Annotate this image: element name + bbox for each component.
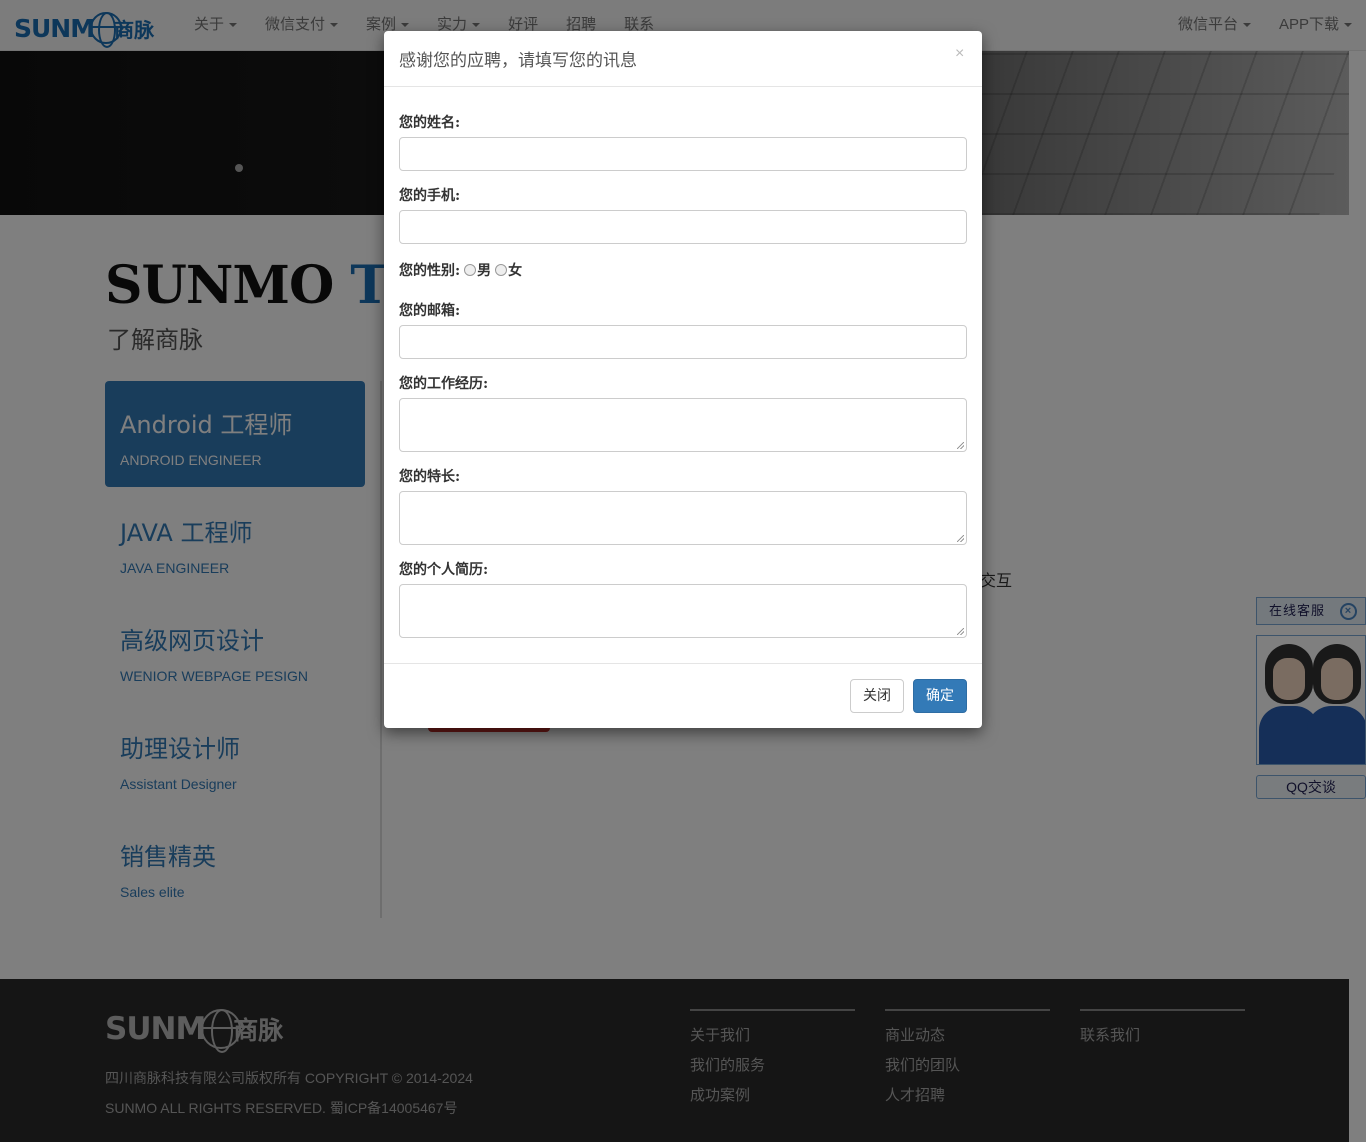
- modal-footer: 关闭 确定: [384, 663, 982, 728]
- experience-label: 您的工作经历:: [399, 376, 489, 392]
- gender-row: 您的性别: 男 女: [399, 263, 523, 279]
- email-input[interactable]: [399, 325, 967, 359]
- resume-label: 您的个人简历:: [399, 562, 489, 578]
- modal-title: 感谢您的应聘，请填写您的讯息: [399, 51, 637, 71]
- specialty-label: 您的特长:: [399, 469, 461, 485]
- phone-input[interactable]: [399, 210, 967, 244]
- close-icon[interactable]: ×: [955, 46, 967, 62]
- modal-body: 您的姓名: 您的手机: 您的性别: 男 女 您的邮箱: 您的工作经历: 您的特长…: [384, 87, 982, 653]
- modal-header: 感谢您的应聘，请填写您的讯息 ×: [384, 31, 982, 87]
- close-button[interactable]: 关闭: [850, 679, 904, 713]
- phone-label: 您的手机:: [399, 188, 461, 204]
- application-modal: 感谢您的应聘，请填写您的讯息 × 您的姓名: 您的手机: 您的性别: 男 女 您…: [384, 31, 982, 728]
- confirm-button[interactable]: 确定: [913, 679, 967, 713]
- male-radio[interactable]: [464, 264, 477, 276]
- name-label: 您的姓名:: [399, 115, 461, 131]
- email-label: 您的邮箱:: [399, 303, 461, 319]
- specialty-textarea[interactable]: [399, 491, 967, 545]
- female-radio[interactable]: [495, 264, 508, 276]
- name-input[interactable]: [399, 137, 967, 171]
- resume-textarea[interactable]: [399, 584, 967, 638]
- experience-textarea[interactable]: [399, 398, 967, 452]
